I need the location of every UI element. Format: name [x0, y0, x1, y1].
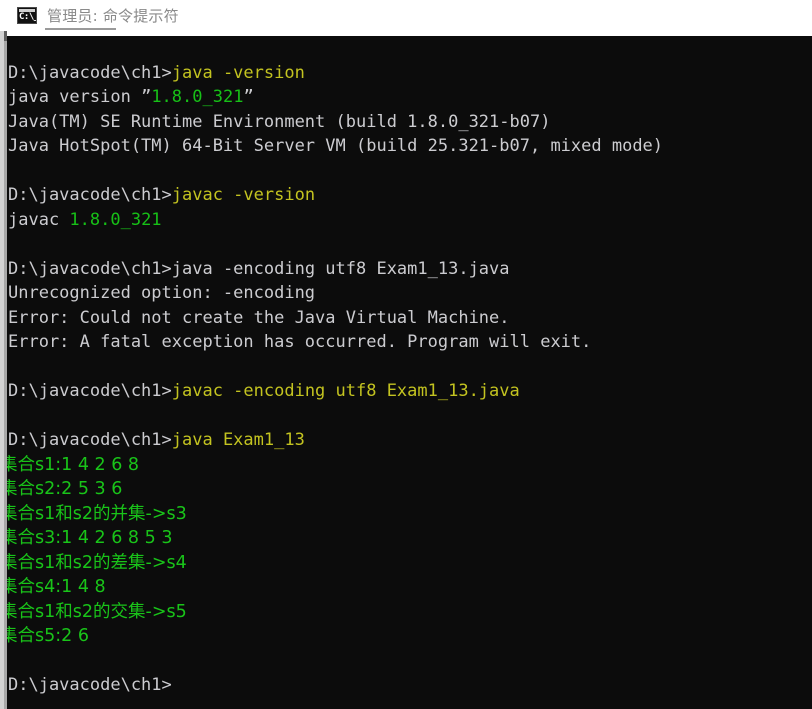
console-line: javac 1.8.0_321 — [8, 208, 812, 233]
console-line: 集合s1和s2的交集->s5 — [0, 600, 812, 625]
console-line: Java HotSpot(TM) 64-Bit Server VM (build… — [8, 134, 812, 159]
console-line: D:\javacode\ch1>java -version — [8, 61, 812, 86]
console-line: Java(TM) SE Runtime Environment (build 1… — [8, 110, 812, 135]
title-underline — [45, 28, 116, 30]
console-line-list: D:\javacode\ch1>java -version java versio… — [0, 36, 812, 698]
title-bar[interactable]: C:\_ 管理员: 命令提示符 — [0, 0, 812, 31]
console-output-area[interactable]: D:\javacode\ch1>java -version java versio… — [0, 36, 812, 709]
console-text-prompt: D:\javacode\ch1> — [8, 258, 172, 279]
console-text-out: Java HotSpot(TM) 64-Bit Server VM (build… — [8, 136, 664, 156]
console-text-out: Java(TM) SE Runtime Environment (build 1… — [8, 111, 551, 132]
console-line: 集合s1和s2的并集->s3 — [0, 502, 812, 527]
console-line: D:\javacode\ch1>java -encoding utf8 Exam… — [8, 257, 812, 282]
console-text-out: Error: Could not create the Java Virtual… — [8, 307, 510, 328]
console-line: 集合s3:1 4 2 6 8 5 3 — [0, 526, 812, 551]
console-text-prompt: D:\javacode\ch1> — [8, 430, 172, 450]
command-prompt-window: C:\_ 管理员: 命令提示符 D:\javacode\ch1>java -ve… — [0, 0, 812, 709]
console-line: D:\javacode\ch1> — [8, 673, 812, 698]
console-line: D:\javacode\ch1>javac -version — [8, 183, 812, 208]
console-text-out: ” — [141, 87, 152, 107]
console-text-cmd: javac -version — [171, 185, 316, 205]
console-text-green: 集合s1和s2的交集->s5 — [0, 601, 187, 622]
console-text-prompt: D:\javacode\ch1> — [8, 675, 172, 695]
console-text-cmd: java -version — [171, 62, 305, 83]
console-text-cmd: javac -encoding utf8 Exam1_13.java — [171, 381, 520, 401]
console-text-green: 集合s5:2 6 — [0, 626, 89, 646]
console-text-green: 集合s1和s2的并集->s3 — [0, 503, 187, 524]
console-text-green: 集合s1:1 4 2 6 8 — [0, 454, 140, 475]
cmd-console-icon[interactable]: C:\_ — [17, 7, 37, 24]
console-line: 集合s4:1 4 8 — [0, 575, 812, 600]
console-text-green: 集合s2:2 5 3 6 — [0, 479, 123, 499]
console-text-out: Unrecognized option: -encoding — [8, 283, 316, 303]
console-text-out: java version — [8, 87, 142, 107]
console-line: Error: A fatal exception has occurred. P… — [8, 330, 812, 355]
console-line: 集合s1:1 4 2 6 8 — [0, 453, 812, 478]
console-text-prompt: D:\javacode\ch1> — [8, 62, 172, 83]
console-text-out: java -encoding utf8 Exam1_13.java — [171, 258, 510, 279]
console-line: java version ”1.8.0_321” — [8, 85, 812, 110]
window-left-border-inner — [4, 31, 7, 709]
console-text-out: Error: A fatal exception has occurred. P… — [8, 332, 592, 352]
console-line: 集合s5:2 6 — [0, 624, 812, 649]
console-line: Unrecognized option: -encoding — [8, 281, 812, 306]
console-line: Error: Could not create the Java Virtual… — [8, 306, 812, 331]
console-line: 集合s2:2 5 3 6 — [0, 477, 812, 502]
window-title: 管理员: 命令提示符 — [47, 7, 179, 25]
console-line: D:\javacode\ch1>java Exam1_13 — [8, 428, 812, 453]
console-text-val: 1.8.0_321 — [151, 87, 244, 107]
console-text-prompt: D:\javacode\ch1> — [8, 381, 172, 401]
console-text-val: 1.8.0_321 — [69, 209, 162, 230]
console-text-green: 集合s3:1 4 2 6 8 5 3 — [0, 528, 173, 548]
console-line: D:\javacode\ch1>javac -encoding utf8 Exa… — [8, 379, 812, 404]
console-text-cmd: java Exam1_13 — [171, 430, 305, 450]
console-text-out: ” — [243, 87, 254, 107]
console-text-prompt: D:\javacode\ch1> — [8, 185, 172, 205]
console-line: 集合s1和s2的差集->s4 — [0, 551, 812, 576]
cmd-icon-prompt-glyph: C:\_ — [19, 12, 37, 22]
console-text-green: 集合s1和s2的差集->s4 — [0, 552, 187, 573]
console-text-out: javac — [8, 209, 70, 230]
window-left-corner-tab — [4, 31, 7, 41]
console-text-green: 集合s4:1 4 8 — [0, 577, 106, 597]
